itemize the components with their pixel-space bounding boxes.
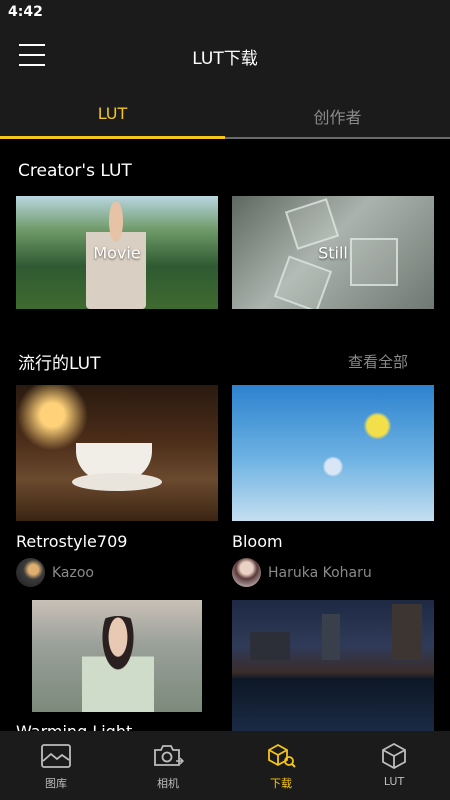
lut-title[interactable]: Bloom [232, 532, 283, 551]
lut-thumbnail-city-night[interactable] [232, 600, 434, 732]
lut-thumbnail-warming-light[interactable] [32, 600, 202, 712]
creator-card-label: Movie [93, 243, 141, 262]
status-bar: 4:42 [0, 0, 450, 24]
tab-track [225, 137, 450, 139]
lut-author[interactable]: Kazoo [52, 565, 94, 581]
lut-title[interactable]: Retrostyle709 [16, 532, 127, 551]
lut-author[interactable]: Haruka Koharu [268, 565, 372, 581]
creator-card-movie[interactable]: Movie [16, 196, 218, 309]
creator-card-label: Still [318, 243, 348, 262]
creator-card-still[interactable]: Still [232, 196, 434, 309]
status-time: 4:42 [8, 4, 43, 20]
building-shape [392, 604, 422, 660]
still-thumbnail-glass [273, 255, 333, 309]
nav-download[interactable]: 下载 [225, 731, 337, 800]
view-all-link[interactable]: 查看全部 [348, 351, 408, 372]
nav-gallery[interactable]: 图库 [0, 731, 112, 800]
tab-lut[interactable]: LUT [0, 104, 225, 123]
camera-switch-icon [154, 745, 184, 766]
nav-label: LUT [383, 775, 405, 788]
lut-thumbnail-retrostyle709[interactable] [16, 385, 218, 521]
gallery-icon [41, 744, 71, 768]
tab-active-indicator [0, 136, 225, 139]
popular-section-title: 流行的LUT [18, 354, 101, 374]
lut-cube-icon [382, 743, 406, 769]
building-shape [322, 614, 340, 660]
building-shape [250, 632, 290, 660]
avatar[interactable] [16, 558, 45, 587]
nav-lut[interactable]: LUT [338, 731, 450, 800]
nav-label: 图库 [45, 777, 67, 790]
page-title: LUT下载 [192, 49, 258, 69]
creators-section-title: Creator's LUT [18, 161, 132, 181]
nav-label: 下载 [270, 777, 292, 790]
nav-camera[interactable]: 相机 [112, 731, 224, 800]
portrait-image [82, 616, 154, 712]
nav-label: 相机 [157, 777, 179, 790]
lut-thumbnail-bloom[interactable] [232, 385, 434, 521]
saucer-image [72, 473, 162, 491]
app-header: LUT下载 LUT 创作者 [0, 24, 450, 139]
tab-creators[interactable]: 创作者 [225, 104, 450, 128]
download-lut-icon [268, 743, 296, 768]
avatar[interactable] [232, 558, 261, 587]
bottom-nav: 图库 相机 下载 LUT [0, 731, 450, 800]
